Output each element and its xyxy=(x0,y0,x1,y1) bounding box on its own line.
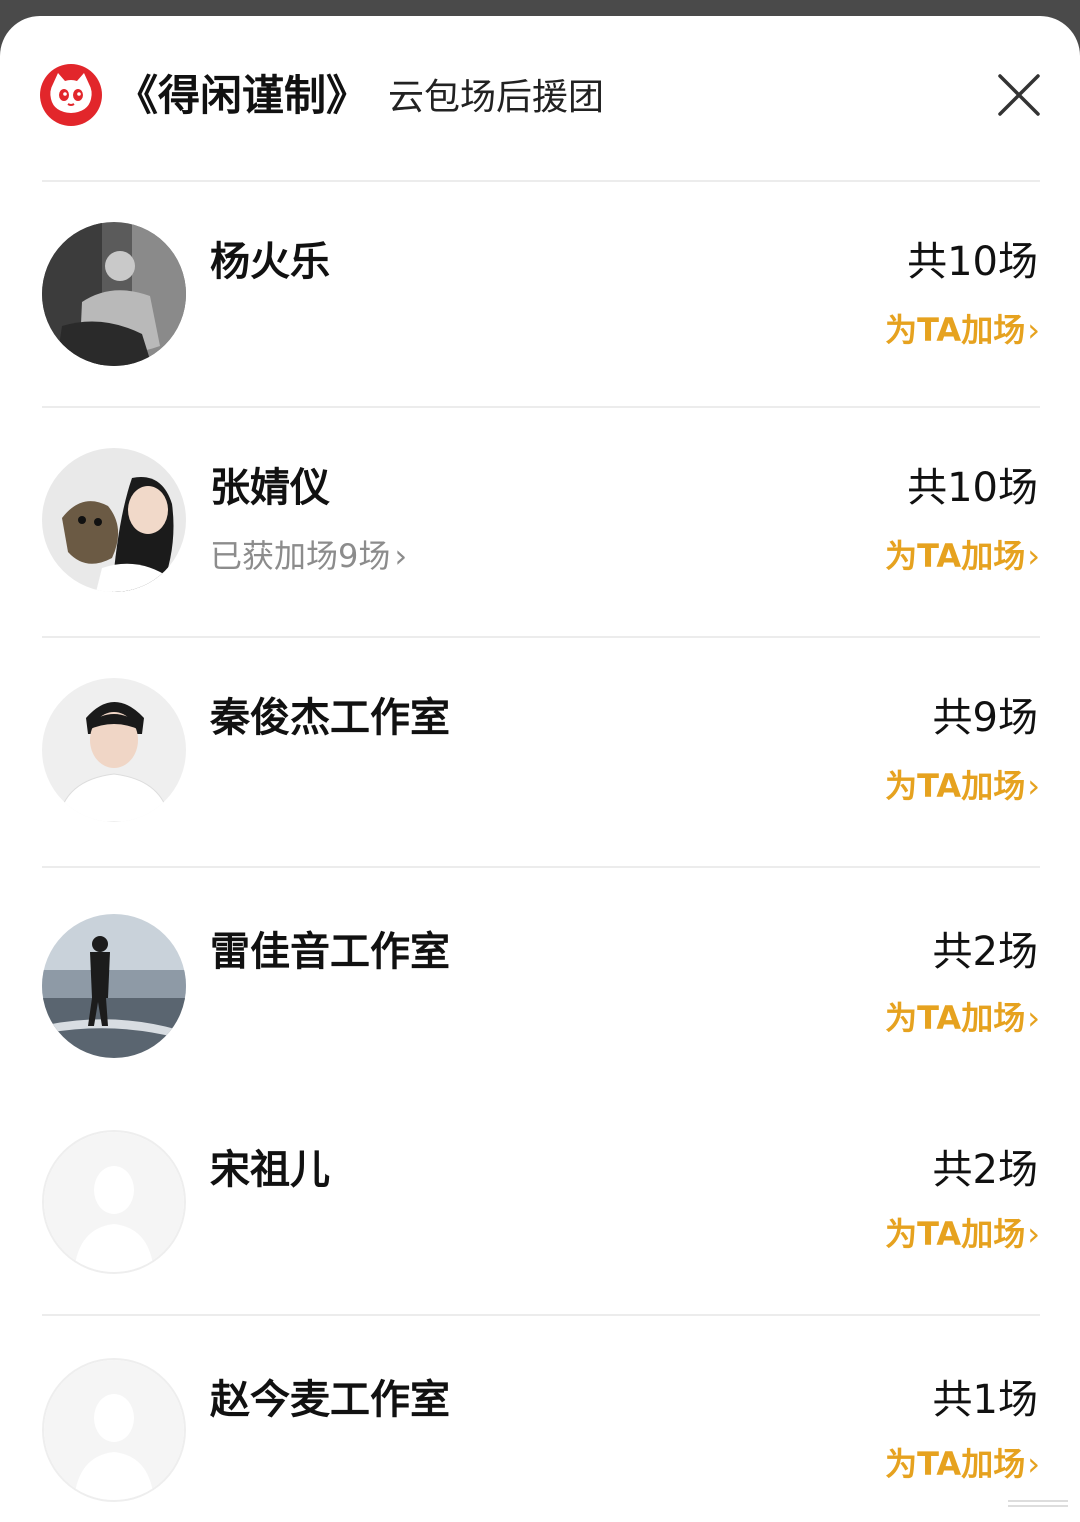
list-item[interactable]: 张婧仪 已获加场9场 › 共10场 为TA加场› xyxy=(42,406,1040,636)
list-item[interactable]: 宋祖儿 共2场 为TA加场› xyxy=(42,1098,1040,1314)
chevron-right-icon: › xyxy=(1027,537,1040,575)
avatar xyxy=(42,678,186,822)
chevron-right-icon: › xyxy=(1027,767,1040,805)
chevron-right-icon: › xyxy=(1027,999,1040,1037)
avatar-placeholder xyxy=(42,1358,186,1502)
session-count: 共10场 xyxy=(907,239,1038,285)
close-icon[interactable] xyxy=(996,72,1042,118)
chevron-right-icon: › xyxy=(394,537,408,575)
page-subtitle: 云包场后援团 xyxy=(388,77,605,118)
session-count: 共2场 xyxy=(932,929,1038,975)
supporter-list: 杨火乐 共10场 为TA加场› 张婧仪 已获加场9场 › 共10场 为TA加场›… xyxy=(42,180,1040,1522)
bonus-sessions-link[interactable]: 已获加场9场 › xyxy=(210,534,407,578)
sheet-header: 《得闲谨制》 云包场后援团 xyxy=(0,16,1080,180)
add-session-button[interactable]: 为TA加场› xyxy=(885,1442,1040,1486)
add-session-button[interactable]: 为TA加场› xyxy=(885,996,1040,1040)
add-session-label: 为TA加场 xyxy=(885,1445,1026,1483)
add-session-button[interactable]: 为TA加场› xyxy=(885,1212,1040,1256)
avatar-placeholder xyxy=(42,1130,186,1274)
list-item[interactable]: 秦俊杰工作室 共9场 为TA加场› xyxy=(42,636,1040,866)
add-session-label: 为TA加场 xyxy=(885,999,1026,1037)
add-session-button[interactable]: 为TA加场› xyxy=(885,534,1040,578)
chevron-right-icon: › xyxy=(1027,1445,1040,1483)
list-item[interactable]: 雷佳音工作室 共2场 为TA加场› xyxy=(42,866,1040,1098)
supporter-name: 杨火乐 xyxy=(210,239,330,285)
bonus-sessions-label: 已获加场9场 xyxy=(210,537,391,575)
page-title: 《得闲谨制》 xyxy=(116,71,369,120)
supporter-name: 雷佳音工作室 xyxy=(210,929,450,975)
avatar xyxy=(42,448,186,592)
chevron-right-icon: › xyxy=(1027,1215,1040,1253)
add-session-button[interactable]: 为TA加场› xyxy=(885,308,1040,352)
list-item[interactable]: 杨火乐 共10场 为TA加场› xyxy=(42,180,1040,406)
add-session-label: 为TA加场 xyxy=(885,1215,1026,1253)
list-item[interactable]: 赵今麦工作室 共1场 为TA加场› xyxy=(42,1314,1040,1522)
supporter-name: 张婧仪 xyxy=(210,465,330,511)
session-count: 共2场 xyxy=(932,1147,1038,1193)
supporter-name: 宋祖儿 xyxy=(210,1147,330,1193)
session-count: 共10场 xyxy=(907,465,1038,511)
cat-logo-icon xyxy=(40,64,102,126)
session-count: 共1场 xyxy=(932,1377,1038,1423)
supporter-name: 秦俊杰工作室 xyxy=(210,695,450,741)
add-session-button[interactable]: 为TA加场› xyxy=(885,764,1040,808)
session-count: 共9场 xyxy=(932,695,1038,741)
chevron-right-icon: › xyxy=(1027,311,1040,349)
menu-lines-icon xyxy=(1008,1500,1068,1507)
add-session-label: 为TA加场 xyxy=(885,311,1026,349)
avatar xyxy=(42,222,186,366)
supporter-name: 赵今麦工作室 xyxy=(210,1377,450,1423)
supporters-sheet: 《得闲谨制》 云包场后援团 杨火乐 共10场 为TA加场› 张婧仪 已获加场9场… xyxy=(0,16,1080,1522)
add-session-label: 为TA加场 xyxy=(885,767,1026,805)
avatar xyxy=(42,914,186,1058)
add-session-label: 为TA加场 xyxy=(885,537,1026,575)
